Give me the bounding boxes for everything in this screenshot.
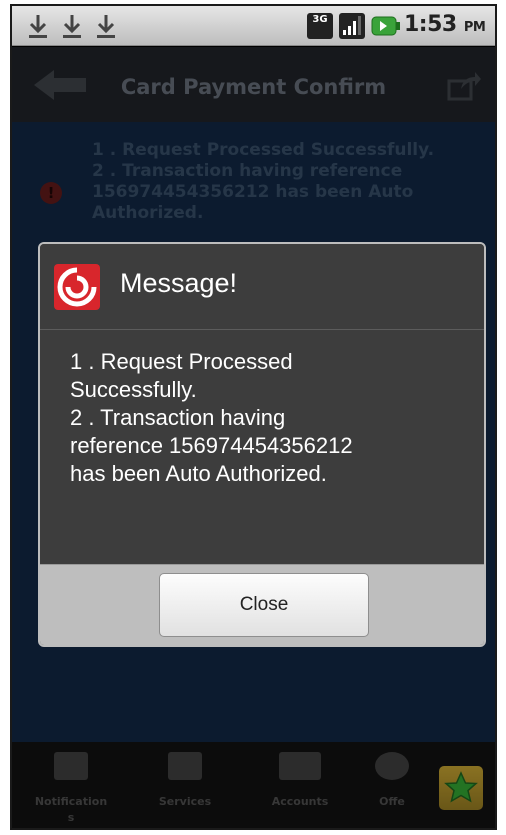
status-bar: 3G 1:53 PM	[12, 6, 495, 46]
status-time: 1:53 PM	[404, 12, 486, 37]
signal-icon	[339, 13, 365, 39]
close-button[interactable]: Close	[159, 573, 369, 637]
download-icon	[29, 15, 47, 38]
battery-icon	[371, 16, 400, 36]
dialog-header: Message!	[40, 244, 484, 330]
download-icon	[97, 15, 115, 38]
download-icon	[63, 15, 81, 38]
dialog-message: 1 . Request Processed Successfully. 2 . …	[70, 349, 353, 486]
phone-screen: 3G 1:53 PM Card Payment Confirm ! 1 . Re…	[10, 4, 497, 830]
dialog-title: Message!	[120, 268, 238, 298]
message-dialog: Message! 1 . Request Processed Successfu…	[38, 242, 486, 647]
3g-icon: 3G	[307, 13, 333, 39]
dialog-footer: Close	[40, 564, 484, 645]
app-logo-icon	[54, 264, 100, 310]
